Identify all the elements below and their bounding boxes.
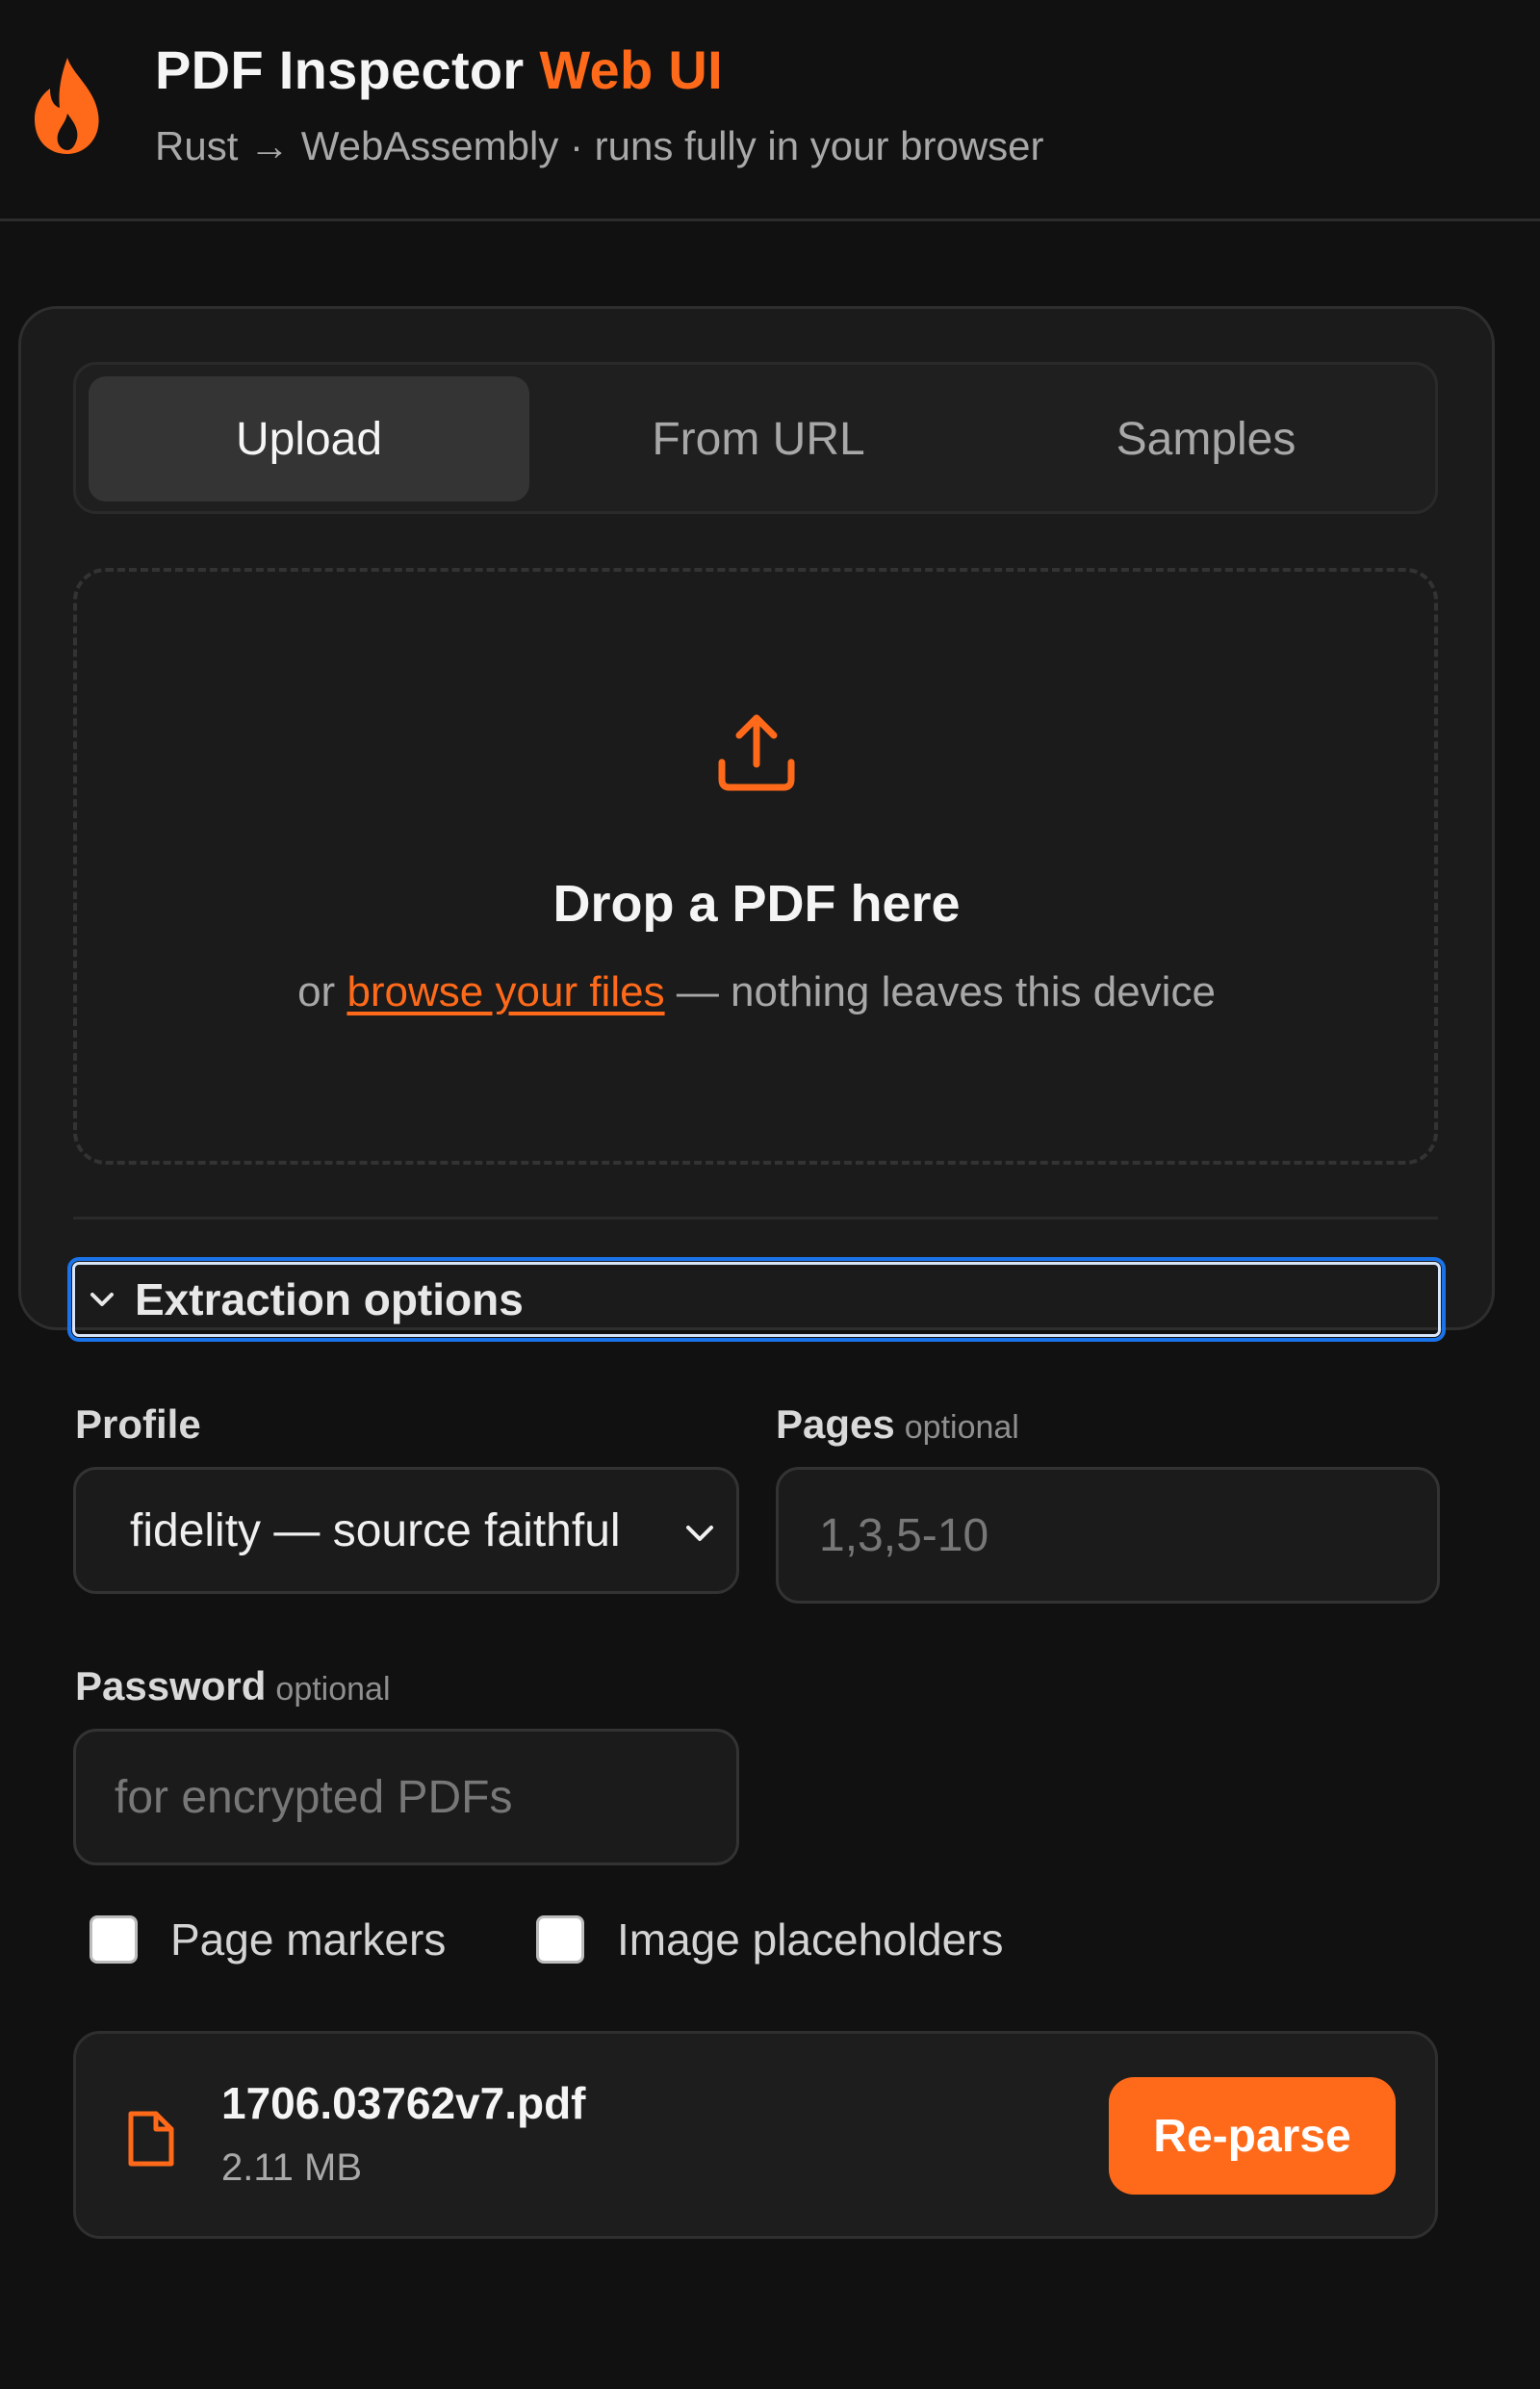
image-placeholders-option[interactable]: Image placeholders [536, 1914, 1003, 1965]
password-placeholder: for encrypted PDFs [115, 1771, 513, 1823]
app-header: PDF Inspector Web UI Rust → WebAssembly … [0, 0, 1540, 221]
pages-placeholder: 1,3,5-10 [819, 1509, 989, 1561]
pages-input[interactable]: 1,3,5-10 [776, 1467, 1440, 1604]
reparse-button[interactable]: Re-parse [1109, 2077, 1396, 2195]
profile-select[interactable]: fidelity — source faithful [73, 1467, 739, 1594]
tab-samples[interactable]: Samples [986, 376, 1426, 501]
pdf-dropzone[interactable] [73, 568, 1438, 1165]
chevron-down-icon [90, 1293, 114, 1306]
app-title-accent: Web UI [539, 39, 723, 100]
app-subtitle: Rust → WebAssembly · runs fully in your … [155, 123, 1044, 168]
password-label-text: Password [75, 1663, 267, 1708]
image-placeholders-label: Image placeholders [617, 1914, 1004, 1965]
dropzone-suffix: — nothing leaves this device [676, 968, 1216, 1015]
tab-upload[interactable]: Upload [89, 376, 529, 501]
profile-select-value: fidelity — source faithful [130, 1504, 621, 1556]
app-title-main: PDF Inspector [155, 39, 525, 100]
browse-files-link[interactable]: browse your files [346, 968, 664, 1015]
flame-icon [35, 58, 99, 154]
file-name: 1706.03762v7.pdf [221, 2078, 586, 2128]
page-markers-option[interactable]: Page markers [90, 1914, 446, 1965]
pages-label: Pages optional [776, 1401, 1019, 1448]
password-input[interactable]: for encrypted PDFs [73, 1729, 739, 1865]
image-placeholders-checkbox[interactable] [536, 1915, 584, 1964]
pages-optional-hint: optional [904, 1409, 1019, 1446]
extraction-options-label: Extraction options [135, 1274, 524, 1324]
app-title: PDF Inspector Web UI [155, 39, 723, 101]
dropzone-prefix: or [297, 968, 336, 1015]
source-tabs: Upload From URL Samples [73, 362, 1438, 514]
file-size: 2.11 MB [221, 2146, 362, 2189]
page-markers-checkbox[interactable] [90, 1915, 138, 1964]
extraction-options-toggle[interactable]: Extraction options [67, 1257, 1446, 1342]
password-label: Password optional [75, 1663, 391, 1709]
page-markers-label: Page markers [170, 1914, 447, 1965]
file-icon [128, 2111, 174, 2167]
upload-icon [718, 714, 795, 791]
section-divider [73, 1217, 1438, 1220]
chevron-down-icon [686, 1526, 713, 1541]
pages-label-text: Pages [776, 1401, 895, 1447]
tab-from-url[interactable]: From URL [538, 376, 979, 501]
dropzone-subtitle: or browse your files — nothing leaves th… [0, 968, 1513, 1016]
password-optional-hint: optional [275, 1671, 391, 1708]
dropzone-title: Drop a PDF here [552, 875, 961, 933]
profile-label-text: Profile [75, 1401, 201, 1447]
profile-label: Profile [75, 1401, 201, 1448]
